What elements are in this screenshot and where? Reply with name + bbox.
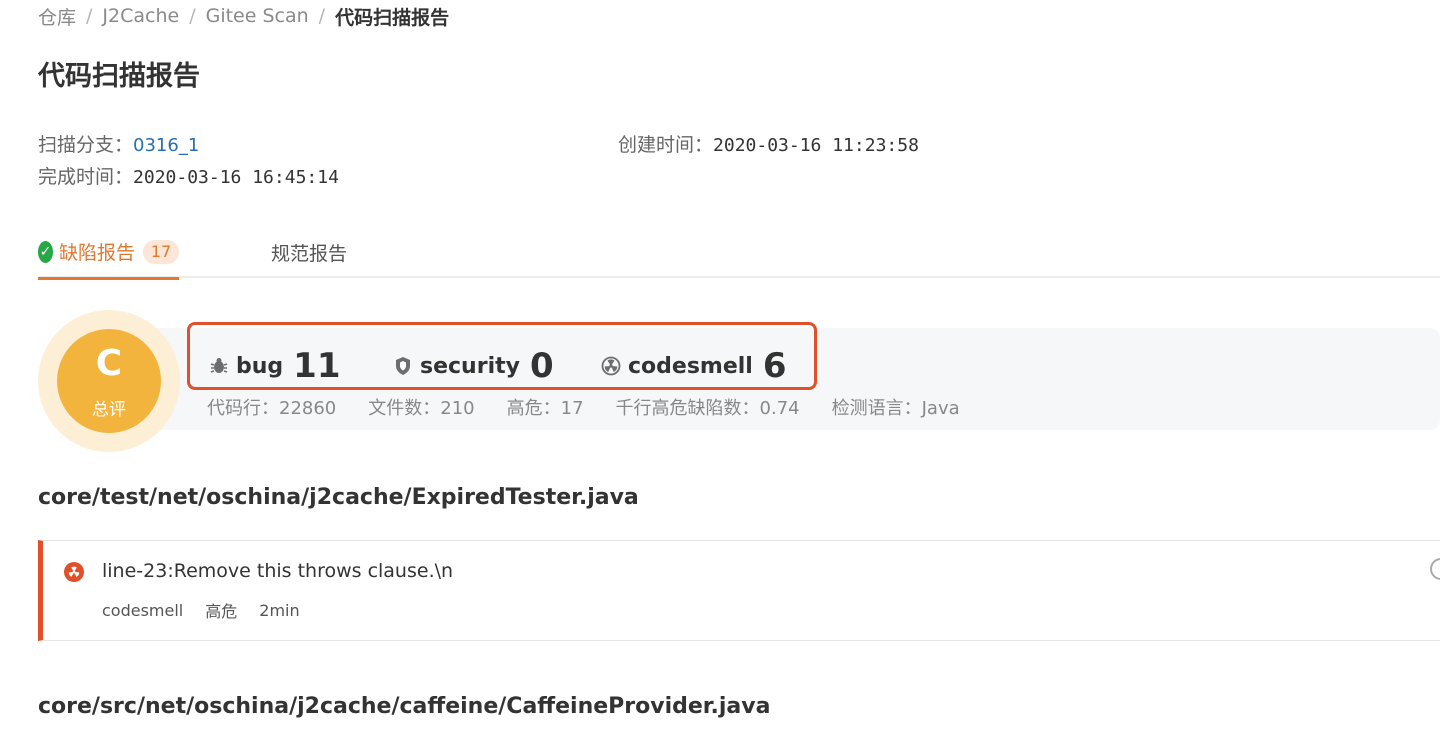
stat-defects-per-kloc: 千行高危缺陷数：0.74 [615, 398, 800, 419]
breadcrumb-project[interactable]: J2Cache [102, 5, 179, 27]
created-time: 创建时间：2020-03-16 11:23:58 [618, 130, 919, 157]
breadcrumb: 仓库 / J2Cache / Gitee Scan / 代码扫描报告 [38, 2, 449, 30]
metric-bug[interactable]: bug 11 [208, 346, 341, 386]
metric-codesmell-value: 6 [762, 346, 787, 386]
grade-label: 总评 [92, 400, 126, 420]
breadcrumb-gitee-scan[interactable]: Gitee Scan [206, 5, 309, 27]
issue-card[interactable] [38, 540, 1440, 641]
shield-icon [392, 355, 414, 377]
overall-grade: C 总评 [57, 329, 161, 433]
tab-defect-report-label: 缺陷报告 [58, 242, 135, 264]
stat-high-risk: 高危：17 [506, 398, 584, 419]
tab-standard-report-label: 规范报告 [271, 242, 348, 265]
stat-file-count: 文件数：210 [368, 398, 475, 419]
scan-branch-value[interactable]: 0316_1 [133, 135, 199, 156]
breadcrumb-current: 代码扫描报告 [335, 6, 450, 29]
metric-bug-name: bug [236, 353, 284, 379]
breadcrumb-repo[interactable]: 仓库 [38, 3, 76, 30]
defect-count-badge: 17 [143, 239, 179, 264]
issue-meta: codesmell 高危 2min [102, 598, 322, 622]
issue-type: codesmell [102, 600, 184, 620]
scan-branch-label: 扫描分支： [38, 134, 134, 156]
report-tabs: ✓ 缺陷报告 17 规范报告 [38, 226, 1440, 280]
metric-codesmell-name: codesmell [628, 353, 753, 379]
check-circle-icon: ✓ [38, 240, 53, 263]
metric-codesmell[interactable]: codesmell 6 [600, 346, 787, 386]
metric-bug-value: 11 [293, 346, 341, 386]
radiation-icon [600, 355, 622, 377]
bug-icon [208, 355, 230, 377]
stat-language: 检测语言：Java [831, 398, 960, 419]
breadcrumb-separator: / [318, 5, 326, 27]
finished-time: 完成时间：2020-03-16 16:45:14 [38, 162, 339, 189]
metric-security[interactable]: security 0 [392, 346, 554, 386]
finished-time-value: 2020-03-16 16:45:14 [133, 167, 339, 188]
file-path[interactable]: core/test/net/oschina/j2cache/ExpiredTes… [38, 485, 639, 510]
tab-defect-report[interactable]: ✓ 缺陷报告 17 [38, 226, 179, 280]
radiation-icon [64, 562, 84, 582]
breadcrumb-separator: / [189, 5, 196, 27]
stat-lines-of-code: 代码行：22860 [207, 398, 337, 419]
metric-security-name: security [420, 353, 520, 379]
metric-security-value: 0 [529, 346, 554, 386]
file-path[interactable]: core/src/net/oschina/j2cache/caffeine/Ca… [38, 694, 770, 719]
created-time-value: 2020-03-16 11:23:58 [713, 135, 919, 156]
summary-stats: 代码行：22860 文件数：210 高危：17 千行高危缺陷数：0.74 检测语… [207, 394, 992, 420]
issue-title[interactable]: line-23:Remove this throws clause.\n [102, 560, 453, 582]
issue-severity: 高危 [205, 602, 238, 621]
tab-standard-report[interactable]: 规范报告 [271, 226, 347, 278]
finished-time-label: 完成时间： [38, 166, 134, 188]
page-title: 代码扫描报告 [38, 61, 200, 92]
breadcrumb-separator: / [86, 5, 93, 27]
scan-branch: 扫描分支：0316_1 [38, 130, 199, 157]
issue-effort: 2min [259, 600, 300, 620]
grade-letter: C [95, 343, 123, 384]
created-time-label: 创建时间： [618, 134, 714, 156]
